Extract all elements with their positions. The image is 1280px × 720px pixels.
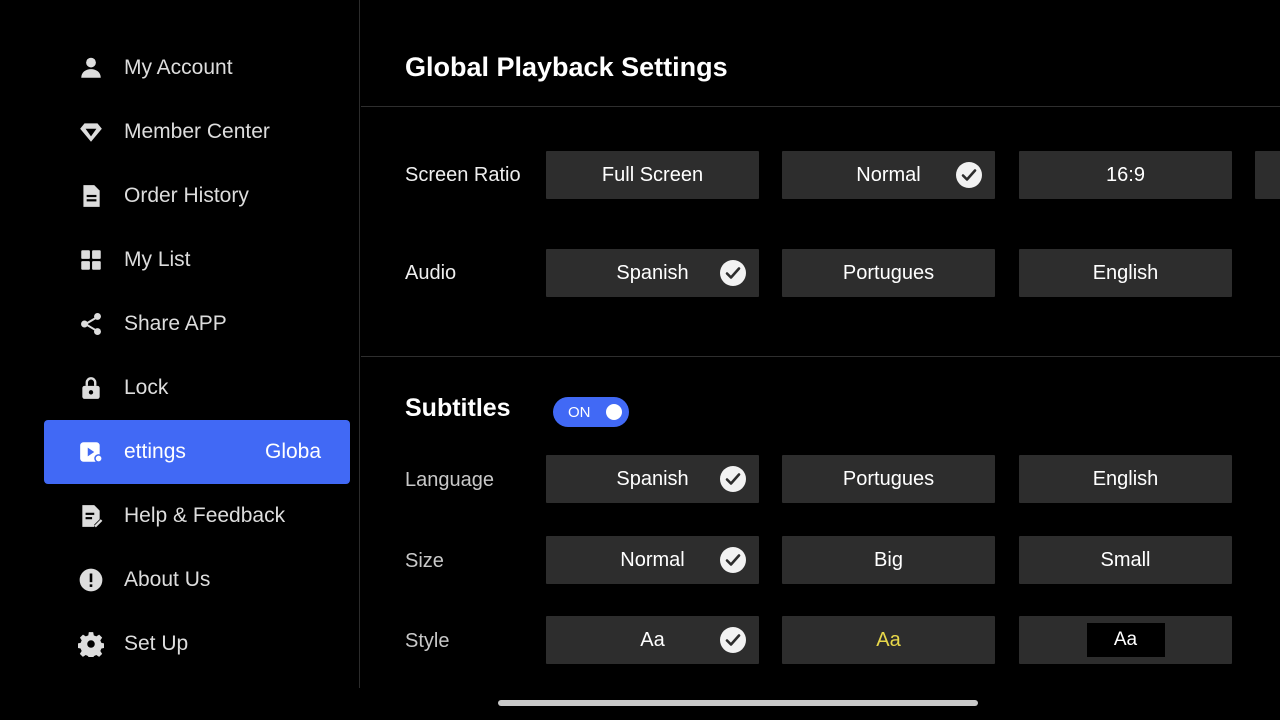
sidebar-item-about-us[interactable]: About Us	[44, 548, 350, 612]
sidebar-item-label: My List	[124, 248, 191, 271]
option-label: Normal	[856, 163, 921, 186]
info-icon	[76, 565, 106, 595]
audio-label: Audio	[405, 262, 457, 284]
sidebar-item-label: Order History	[124, 184, 249, 207]
option-label: 16:9	[1106, 163, 1145, 186]
sidebar-item-suffix: Globa	[265, 440, 322, 463]
option-label: Aa	[640, 628, 665, 651]
option-label: Portugues	[842, 467, 935, 490]
settings-video-icon	[76, 437, 106, 467]
language-label: Language	[405, 469, 494, 491]
sidebar-item-set-up[interactable]: Set Up	[44, 612, 350, 676]
style-option-white[interactable]: Aa	[546, 616, 759, 664]
sidebar-item-help-feedback[interactable]: Help & Feedback	[44, 484, 350, 548]
sidebar-item-my-list[interactable]: My List	[44, 228, 350, 292]
check-icon	[720, 466, 746, 492]
toggle-label: ON	[568, 403, 591, 421]
option-label: Big	[874, 548, 903, 571]
check-icon	[720, 547, 746, 573]
divider	[361, 356, 1280, 357]
feedback-icon	[76, 501, 106, 531]
share-icon	[76, 309, 106, 339]
option-label: Spanish	[616, 467, 689, 490]
sidebar-item-label: My Account	[124, 56, 233, 79]
home-indicator[interactable]	[498, 700, 978, 706]
diamond-icon	[76, 117, 106, 147]
option-label: Portugues	[842, 261, 935, 284]
option-label: Aa	[876, 628, 901, 651]
divider	[361, 106, 1280, 107]
option-label: Aa	[1086, 623, 1165, 657]
sidebar-item-label: Member Center	[124, 120, 270, 143]
lock-icon	[76, 373, 106, 403]
screen: My Account Member Center Order History M…	[0, 0, 1280, 720]
audio-option-portugues[interactable]: Portugues	[782, 249, 995, 297]
language-option-portugues[interactable]: Portugues	[782, 455, 995, 503]
option-label: English	[1092, 467, 1159, 490]
language-option-spanish[interactable]: Spanish	[546, 455, 759, 503]
sidebar-item-order-history[interactable]: Order History	[44, 164, 350, 228]
size-option-normal[interactable]: Normal	[546, 536, 759, 584]
style-option-yellow[interactable]: Aa	[782, 616, 995, 664]
sidebar-item-label: About Us	[124, 568, 211, 591]
sidebar-item-label: Share APP	[124, 312, 227, 335]
main-panel: Global Playback Settings Screen Ratio Fu…	[361, 0, 1280, 688]
gear-icon	[76, 629, 106, 659]
option-label: English	[1092, 261, 1159, 284]
option-label: Spanish	[616, 261, 689, 284]
sidebar-item-share-app[interactable]: Share APP	[44, 292, 350, 356]
style-option-black-box[interactable]: Aa	[1019, 616, 1232, 664]
sidebar: My Account Member Center Order History M…	[0, 0, 360, 688]
screen-ratio-option-full-screen[interactable]: Full Screen	[546, 151, 759, 199]
screen-ratio-option-16-9[interactable]: 16:9	[1019, 151, 1232, 199]
option-label: Full Screen	[601, 163, 704, 186]
option-label: Normal	[620, 548, 685, 571]
sidebar-item-lock[interactable]: Lock	[44, 356, 350, 420]
subtitles-title: Subtitles	[405, 394, 511, 422]
sidebar-item-label: Set Up	[124, 632, 189, 655]
settings-label-clip: ettings Globa	[124, 420, 364, 484]
person-icon	[76, 53, 106, 83]
document-icon	[76, 181, 106, 211]
screen-ratio-option-normal[interactable]: Normal	[782, 151, 995, 199]
sidebar-item-label: Lock	[124, 376, 169, 399]
sidebar-item-label: Help & Feedback	[124, 504, 286, 527]
toggle-knob	[606, 404, 622, 420]
check-icon	[720, 260, 746, 286]
option-label: Small	[1100, 548, 1151, 571]
screen-ratio-option-next[interactable]	[1255, 151, 1280, 199]
sidebar-item-settings[interactable]: ettings Globa	[44, 420, 350, 484]
sidebar-item-my-account[interactable]: My Account	[44, 36, 350, 100]
audio-option-english[interactable]: English	[1019, 249, 1232, 297]
sidebar-item-member-center[interactable]: Member Center	[44, 100, 350, 164]
grid-icon	[76, 245, 106, 275]
page-title: Global Playback Settings	[405, 52, 728, 82]
size-option-big[interactable]: Big	[782, 536, 995, 584]
check-icon	[720, 627, 746, 653]
audio-option-spanish[interactable]: Spanish	[546, 249, 759, 297]
size-option-small[interactable]: Small	[1019, 536, 1232, 584]
size-label: Size	[405, 550, 444, 572]
subtitles-toggle[interactable]: ON	[553, 397, 629, 427]
sidebar-item-label: ettings	[124, 440, 186, 463]
style-label: Style	[405, 630, 450, 652]
language-option-english[interactable]: English	[1019, 455, 1232, 503]
check-icon	[956, 162, 982, 188]
screen-ratio-label: Screen Ratio	[405, 164, 521, 186]
